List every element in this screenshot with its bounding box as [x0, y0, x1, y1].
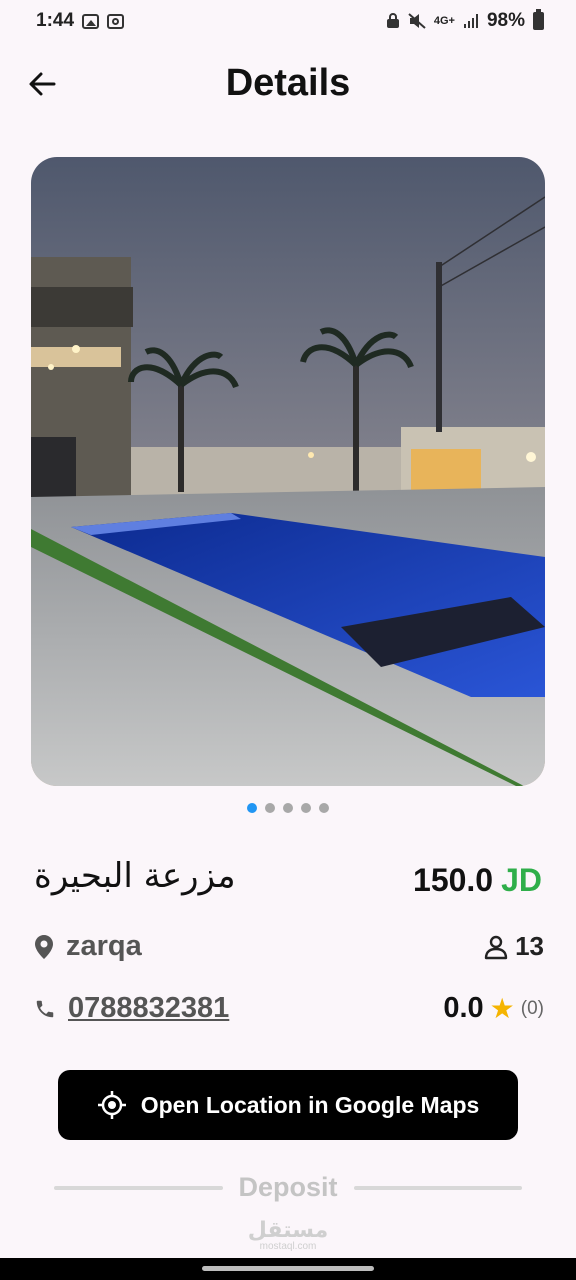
carousel-dot[interactable]: [265, 803, 275, 813]
location-pin-icon: [35, 934, 53, 959]
status-left: 1:44: [36, 10, 125, 32]
open-google-maps-button[interactable]: Open Location in Google Maps: [58, 1070, 518, 1140]
battery-icon: [533, 9, 544, 30]
app-bar: Details: [0, 52, 576, 122]
screen-record-icon: [107, 13, 125, 29]
details-screen: 1:44 4G+ 98% Details مزرعة البحيرة 150.0…: [0, 0, 576, 1280]
system-navigation-bar: [0, 1258, 576, 1280]
open-google-maps-label: Open Location in Google Maps: [140, 1091, 480, 1118]
rating: 0.0 ★ (0): [443, 992, 544, 1025]
rating-value: 0.0: [443, 992, 484, 1024]
capacity: 13: [483, 931, 544, 962]
contact-row: 0788832381 0.0 ★ (0): [34, 992, 544, 1025]
divider: [54, 1185, 223, 1190]
rating-count: (0): [520, 997, 544, 1019]
price-currency: JD: [501, 862, 542, 898]
carousel-dot[interactable]: [319, 803, 329, 813]
gallery-notification-icon: [82, 13, 100, 29]
carousel-dot[interactable]: [247, 803, 257, 813]
deposit-section-header: Deposit: [54, 1172, 523, 1203]
gps-target-icon: [97, 1091, 126, 1119]
price: 150.0 JD: [413, 862, 542, 899]
watermark-url: mostaql.com: [259, 1241, 317, 1252]
location-row: zarqa 13: [34, 930, 544, 963]
battery-percent: 98%: [486, 10, 525, 31]
signal-icon: [463, 14, 478, 28]
vpn-lock-icon: [386, 13, 399, 28]
watermark-logo: مستقل: [247, 1218, 329, 1243]
watermark: مستقل mostaql.com: [0, 1218, 576, 1252]
home-gesture-handle[interactable]: [202, 1266, 374, 1271]
divider: [353, 1185, 523, 1190]
property-name: مزرعة البحيرة: [34, 856, 236, 896]
location-text: zarqa: [66, 930, 142, 962]
phone-number-link[interactable]: 0788832381: [68, 992, 229, 1025]
star-icon: ★: [489, 992, 515, 1024]
property-photo: [31, 157, 545, 786]
page-title: Details: [225, 62, 351, 104]
capacity-count: 13: [515, 931, 544, 961]
location: zarqa: [34, 930, 142, 963]
property-image-carousel[interactable]: [31, 157, 545, 786]
carousel-dot[interactable]: [283, 803, 293, 813]
deposit-label: Deposit: [238, 1172, 338, 1202]
network-type: 4G+: [433, 15, 455, 27]
carousel-dot[interactable]: [301, 803, 311, 813]
price-value: 150.0: [413, 862, 494, 898]
mute-icon: [408, 13, 426, 29]
status-bar: 1:44 4G+ 98%: [0, 0, 576, 42]
phone-icon: [36, 1000, 54, 1017]
carousel-indicator: [0, 803, 576, 813]
person-icon: [484, 935, 508, 959]
status-right: 4G+ 98%: [386, 9, 544, 32]
phone[interactable]: 0788832381: [34, 992, 229, 1025]
status-time: 1:44: [36, 10, 75, 31]
